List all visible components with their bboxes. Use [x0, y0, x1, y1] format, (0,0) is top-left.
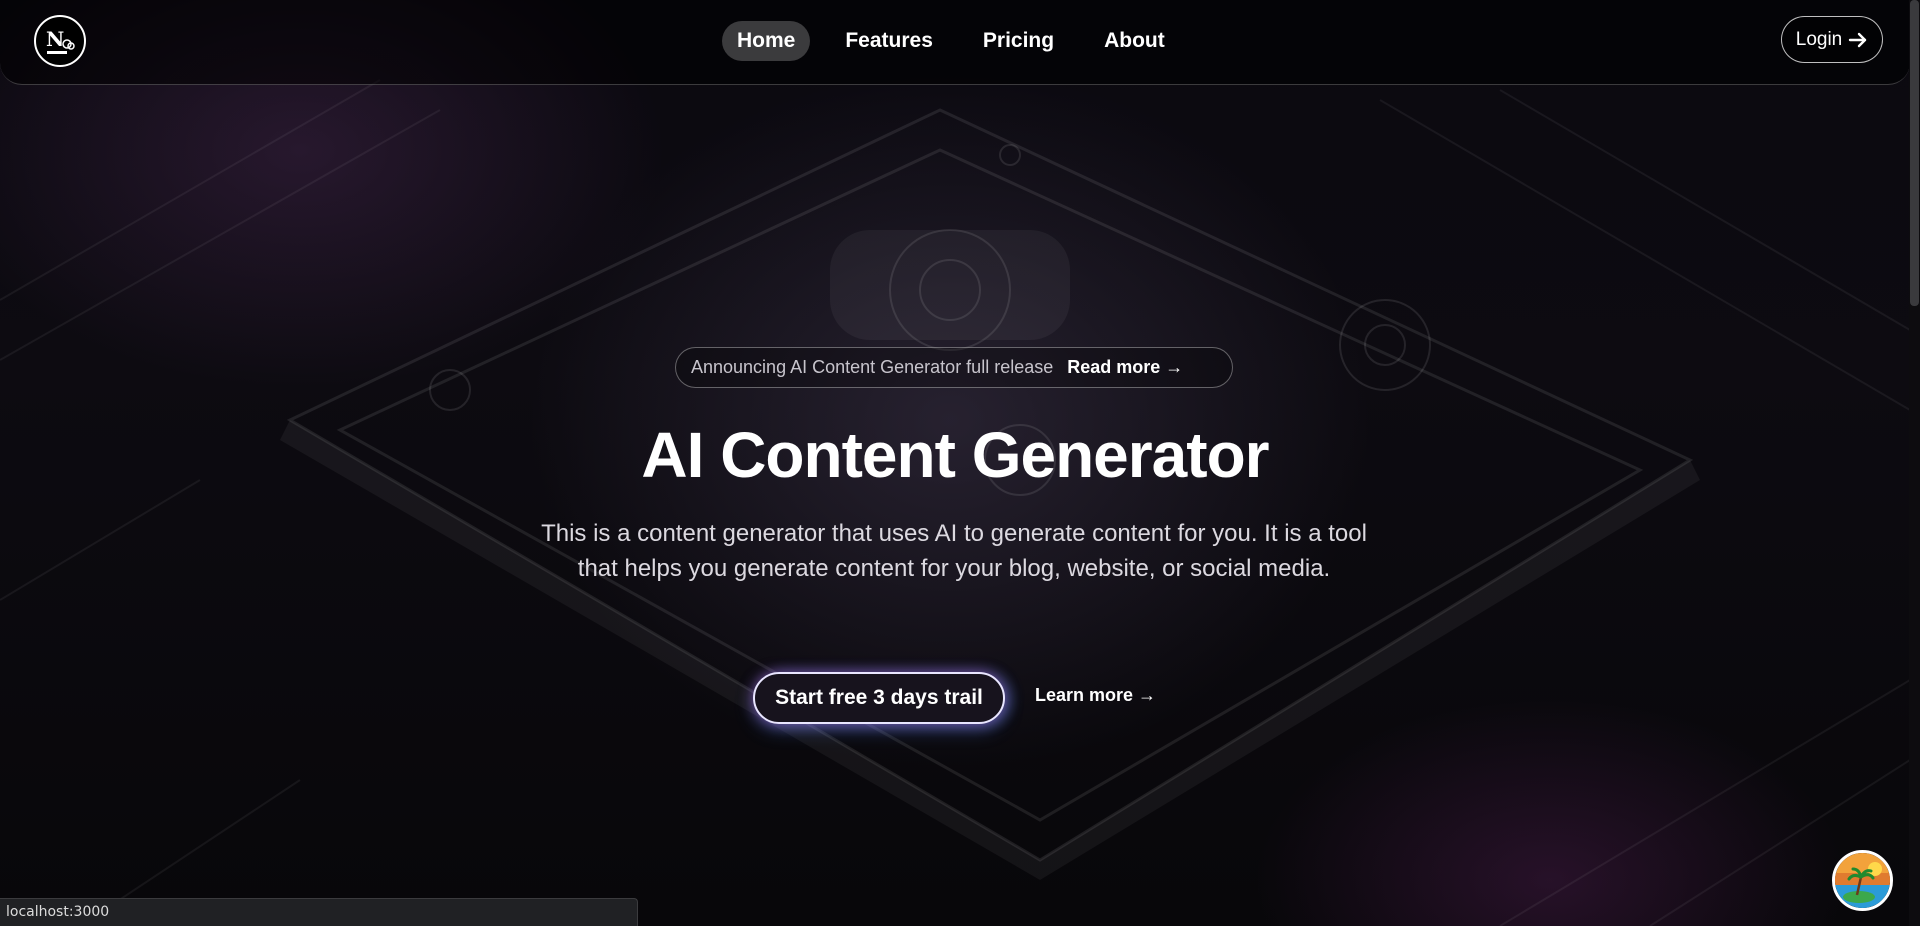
- start-trial-button[interactable]: Start free 3 days trail: [753, 672, 1005, 724]
- top-navbar: N Home Features Pricing About Login: [0, 0, 1910, 85]
- scrollbar-thumb[interactable]: [1910, 0, 1919, 306]
- nav-features[interactable]: Features: [830, 21, 948, 61]
- svg-text:N: N: [46, 27, 64, 51]
- arrow-right-icon: [1849, 32, 1867, 47]
- hero-description: This is a content generator that uses AI…: [541, 520, 1367, 582]
- beach-avatar-icon[interactable]: [1832, 850, 1893, 911]
- login-label: Login: [1795, 28, 1843, 50]
- logo-icon[interactable]: N: [34, 15, 86, 67]
- nav-about[interactable]: About: [1089, 21, 1180, 61]
- status-url: localhost:3000: [6, 904, 110, 920]
- hero-title: AI Content Generator: [641, 419, 1269, 491]
- announcement-text: Announcing AI Content Generator full rel…: [691, 357, 1054, 377]
- announcement-pill[interactable]: Announcing AI Content Generator full rel…: [675, 347, 1233, 388]
- nav-pricing[interactable]: Pricing: [968, 21, 1069, 61]
- login-button[interactable]: Login: [1781, 16, 1883, 63]
- browser-status-bar: localhost:3000: [0, 898, 638, 926]
- main-nav: Home Features Pricing About: [722, 21, 1180, 61]
- learn-more-link[interactable]: Learn more →: [1035, 685, 1156, 706]
- nav-home[interactable]: Home: [722, 21, 811, 61]
- read-more-link[interactable]: Read more →: [1067, 357, 1183, 378]
